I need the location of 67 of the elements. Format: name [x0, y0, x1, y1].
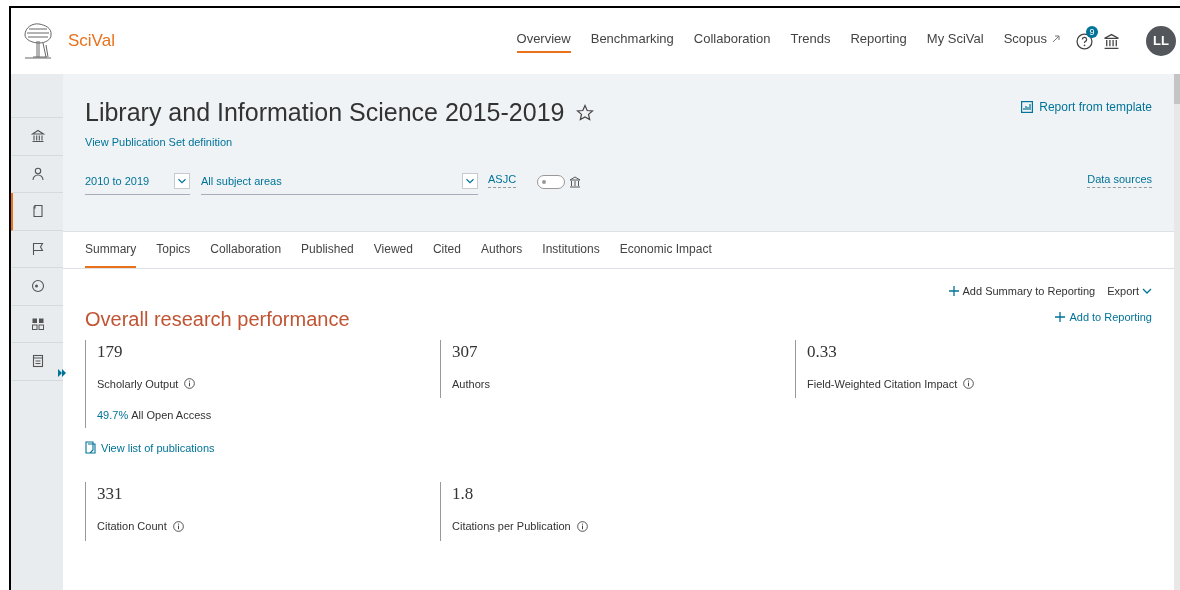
expand-icon[interactable]: [57, 368, 67, 378]
nav-link[interactable]: Benchmarking: [590, 29, 674, 53]
tab[interactable]: Published: [301, 232, 354, 268]
years-dropdown[interactable]: 2010 to 2019: [85, 168, 190, 195]
grid-icon: [31, 316, 45, 331]
notification-badge: 9: [1086, 25, 1098, 38]
nav-link[interactable]: Overview: [516, 29, 571, 53]
metric-value: 0.33: [807, 340, 837, 363]
metric-label: Authors: [452, 376, 490, 392]
metric-label: Citation Count: [97, 519, 167, 534]
tab[interactable]: Collaboration: [210, 232, 282, 268]
info-icon[interactable]: [963, 378, 975, 390]
export-menu[interactable]: Export: [1107, 283, 1139, 300]
institution-icon: [31, 129, 45, 144]
asjc-link[interactable]: ASJC: [488, 170, 517, 189]
toggle-switch[interactable]: [537, 174, 566, 189]
tab[interactable]: Institutions: [542, 232, 600, 268]
open-access-label: All Open Access: [131, 408, 212, 423]
info-icon[interactable]: [184, 378, 196, 390]
chevron-down-icon: [462, 173, 478, 189]
flag-icon: [31, 241, 45, 256]
view-list-link[interactable]: View list of publications: [101, 439, 215, 456]
chevron-down-icon: [1142, 287, 1152, 296]
subject-dropdown[interactable]: All subject areas: [201, 168, 478, 195]
data-sources-link[interactable]: Data sources: [1087, 170, 1152, 189]
scrollbar[interactable]: [1174, 74, 1180, 590]
user-avatar[interactable]: LL: [1146, 26, 1176, 56]
document-icon: [31, 204, 45, 219]
report-icon: [31, 354, 45, 369]
metric-label: Field-Weighted Citation Impact: [807, 376, 958, 392]
star-icon[interactable]: [576, 104, 595, 122]
info-icon[interactable]: [576, 520, 588, 532]
nav-link[interactable]: My SciVal: [926, 29, 984, 53]
tree-logo-icon: [21, 21, 55, 61]
institution-icon[interactable]: [1103, 32, 1120, 50]
metric-value: 1.8: [452, 483, 474, 505]
metric-value: 331: [97, 483, 123, 505]
metric-label: Scholarly Output: [97, 376, 179, 392]
plus-icon: [948, 286, 959, 297]
target-icon: [31, 279, 45, 294]
metric-value: 179: [97, 340, 123, 363]
section-title: Overall research performance: [85, 306, 350, 332]
person-icon: [31, 166, 45, 181]
info-icon[interactable]: [172, 520, 184, 532]
add-summary-link[interactable]: Add Summary to Reporting: [962, 283, 1096, 300]
tab[interactable]: Viewed: [373, 232, 413, 268]
open-access-link[interactable]: 49.7%: [97, 407, 129, 424]
document-list-icon: [85, 441, 96, 455]
page-title: Library and Information Science 2015-2019: [85, 97, 565, 128]
nav-link[interactable]: Trends: [790, 29, 831, 53]
institution-icon: [569, 175, 582, 188]
tab[interactable]: Cited: [432, 232, 461, 268]
view-definition-link[interactable]: View Publication Set definition: [85, 134, 233, 151]
nav-link[interactable]: Scopus: [1003, 29, 1060, 53]
tab[interactable]: Topics: [156, 232, 191, 268]
metric-value: 307: [452, 340, 478, 363]
report-from-template-link[interactable]: Report from template: [1039, 98, 1152, 116]
tab[interactable]: Economic Impact: [619, 232, 712, 268]
nav-link[interactable]: Collaboration: [693, 29, 771, 53]
report-icon: [1021, 101, 1034, 113]
add-to-reporting-link[interactable]: Add to Reporting: [1069, 309, 1152, 326]
plus-icon: [1055, 312, 1066, 323]
nav-link[interactable]: Reporting: [850, 29, 907, 53]
tab[interactable]: Authors: [480, 232, 523, 268]
chevron-down-icon: [174, 173, 190, 189]
metric-label: Citations per Publication: [452, 519, 571, 534]
tab[interactable]: Summary: [85, 232, 137, 268]
